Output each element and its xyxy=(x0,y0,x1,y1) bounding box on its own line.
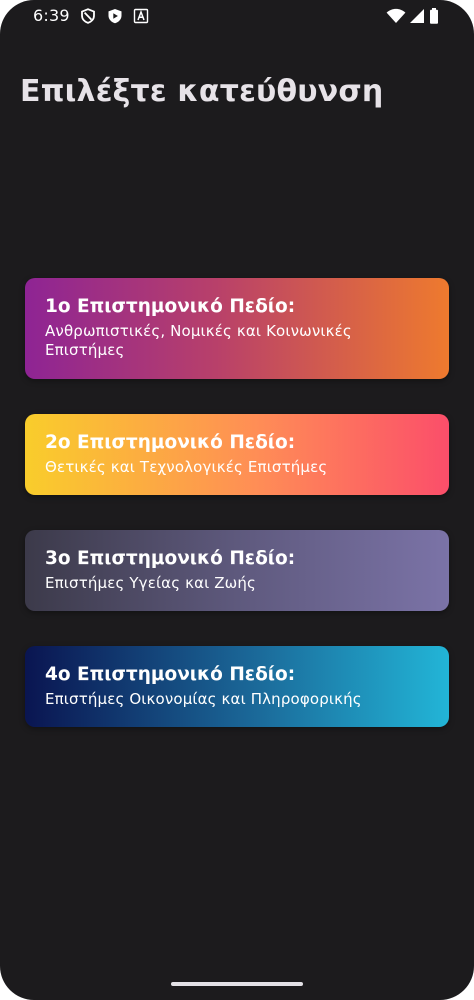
field-1-card[interactable]: 1ο Επιστημονικό Πεδίο: Ανθρωπιστικές, Νο… xyxy=(25,278,449,379)
status-time: 6:39 xyxy=(33,6,70,25)
field-2-title: 2ο Επιστημονικό Πεδίο: xyxy=(45,432,296,453)
field-1-subtitle: Ανθρωπιστικές, Νομικές και Κοινωνικές Επ… xyxy=(45,322,352,359)
signal-icon xyxy=(410,9,424,23)
field-2-subtitle: Θετικές και Τεχνολογικές Επιστήμες xyxy=(45,458,328,476)
play-protect-icon xyxy=(108,9,122,24)
home-indicator[interactable] xyxy=(171,982,303,986)
field-3-title: 3ο Επιστημονικό Πεδίο: xyxy=(45,548,296,569)
app-screen: 6:39 Επιλέξτε κατεύθυνση 1ο Επιστημονικό… xyxy=(0,0,474,1000)
field-2-card[interactable]: 2ο Επιστημονικό Πεδίο: Θετικές και Τεχνο… xyxy=(25,414,449,495)
field-4-title: 4ο Επιστημονικό Πεδίο: xyxy=(45,664,296,685)
wifi-icon xyxy=(386,8,406,23)
shield-icon xyxy=(81,8,95,24)
page-title: Επιλέξτε κατεύθυνση xyxy=(20,74,384,109)
battery-icon xyxy=(430,8,438,24)
font-a-icon xyxy=(133,8,149,24)
field-4-card[interactable]: 4ο Επιστημονικό Πεδίο: Επιστήμες Οικονομ… xyxy=(25,646,449,727)
status-bar: 6:39 xyxy=(0,0,474,34)
field-4-subtitle: Επιστήμες Οικονομίας και Πληροφορικής xyxy=(45,690,362,708)
field-1-title: 1ο Επιστημονικό Πεδίο: xyxy=(45,296,296,317)
field-3-subtitle: Επιστήμες Υγείας και Ζωής xyxy=(45,574,257,592)
field-3-card[interactable]: 3ο Επιστημονικό Πεδίο: Επιστήμες Υγείας … xyxy=(25,530,449,611)
